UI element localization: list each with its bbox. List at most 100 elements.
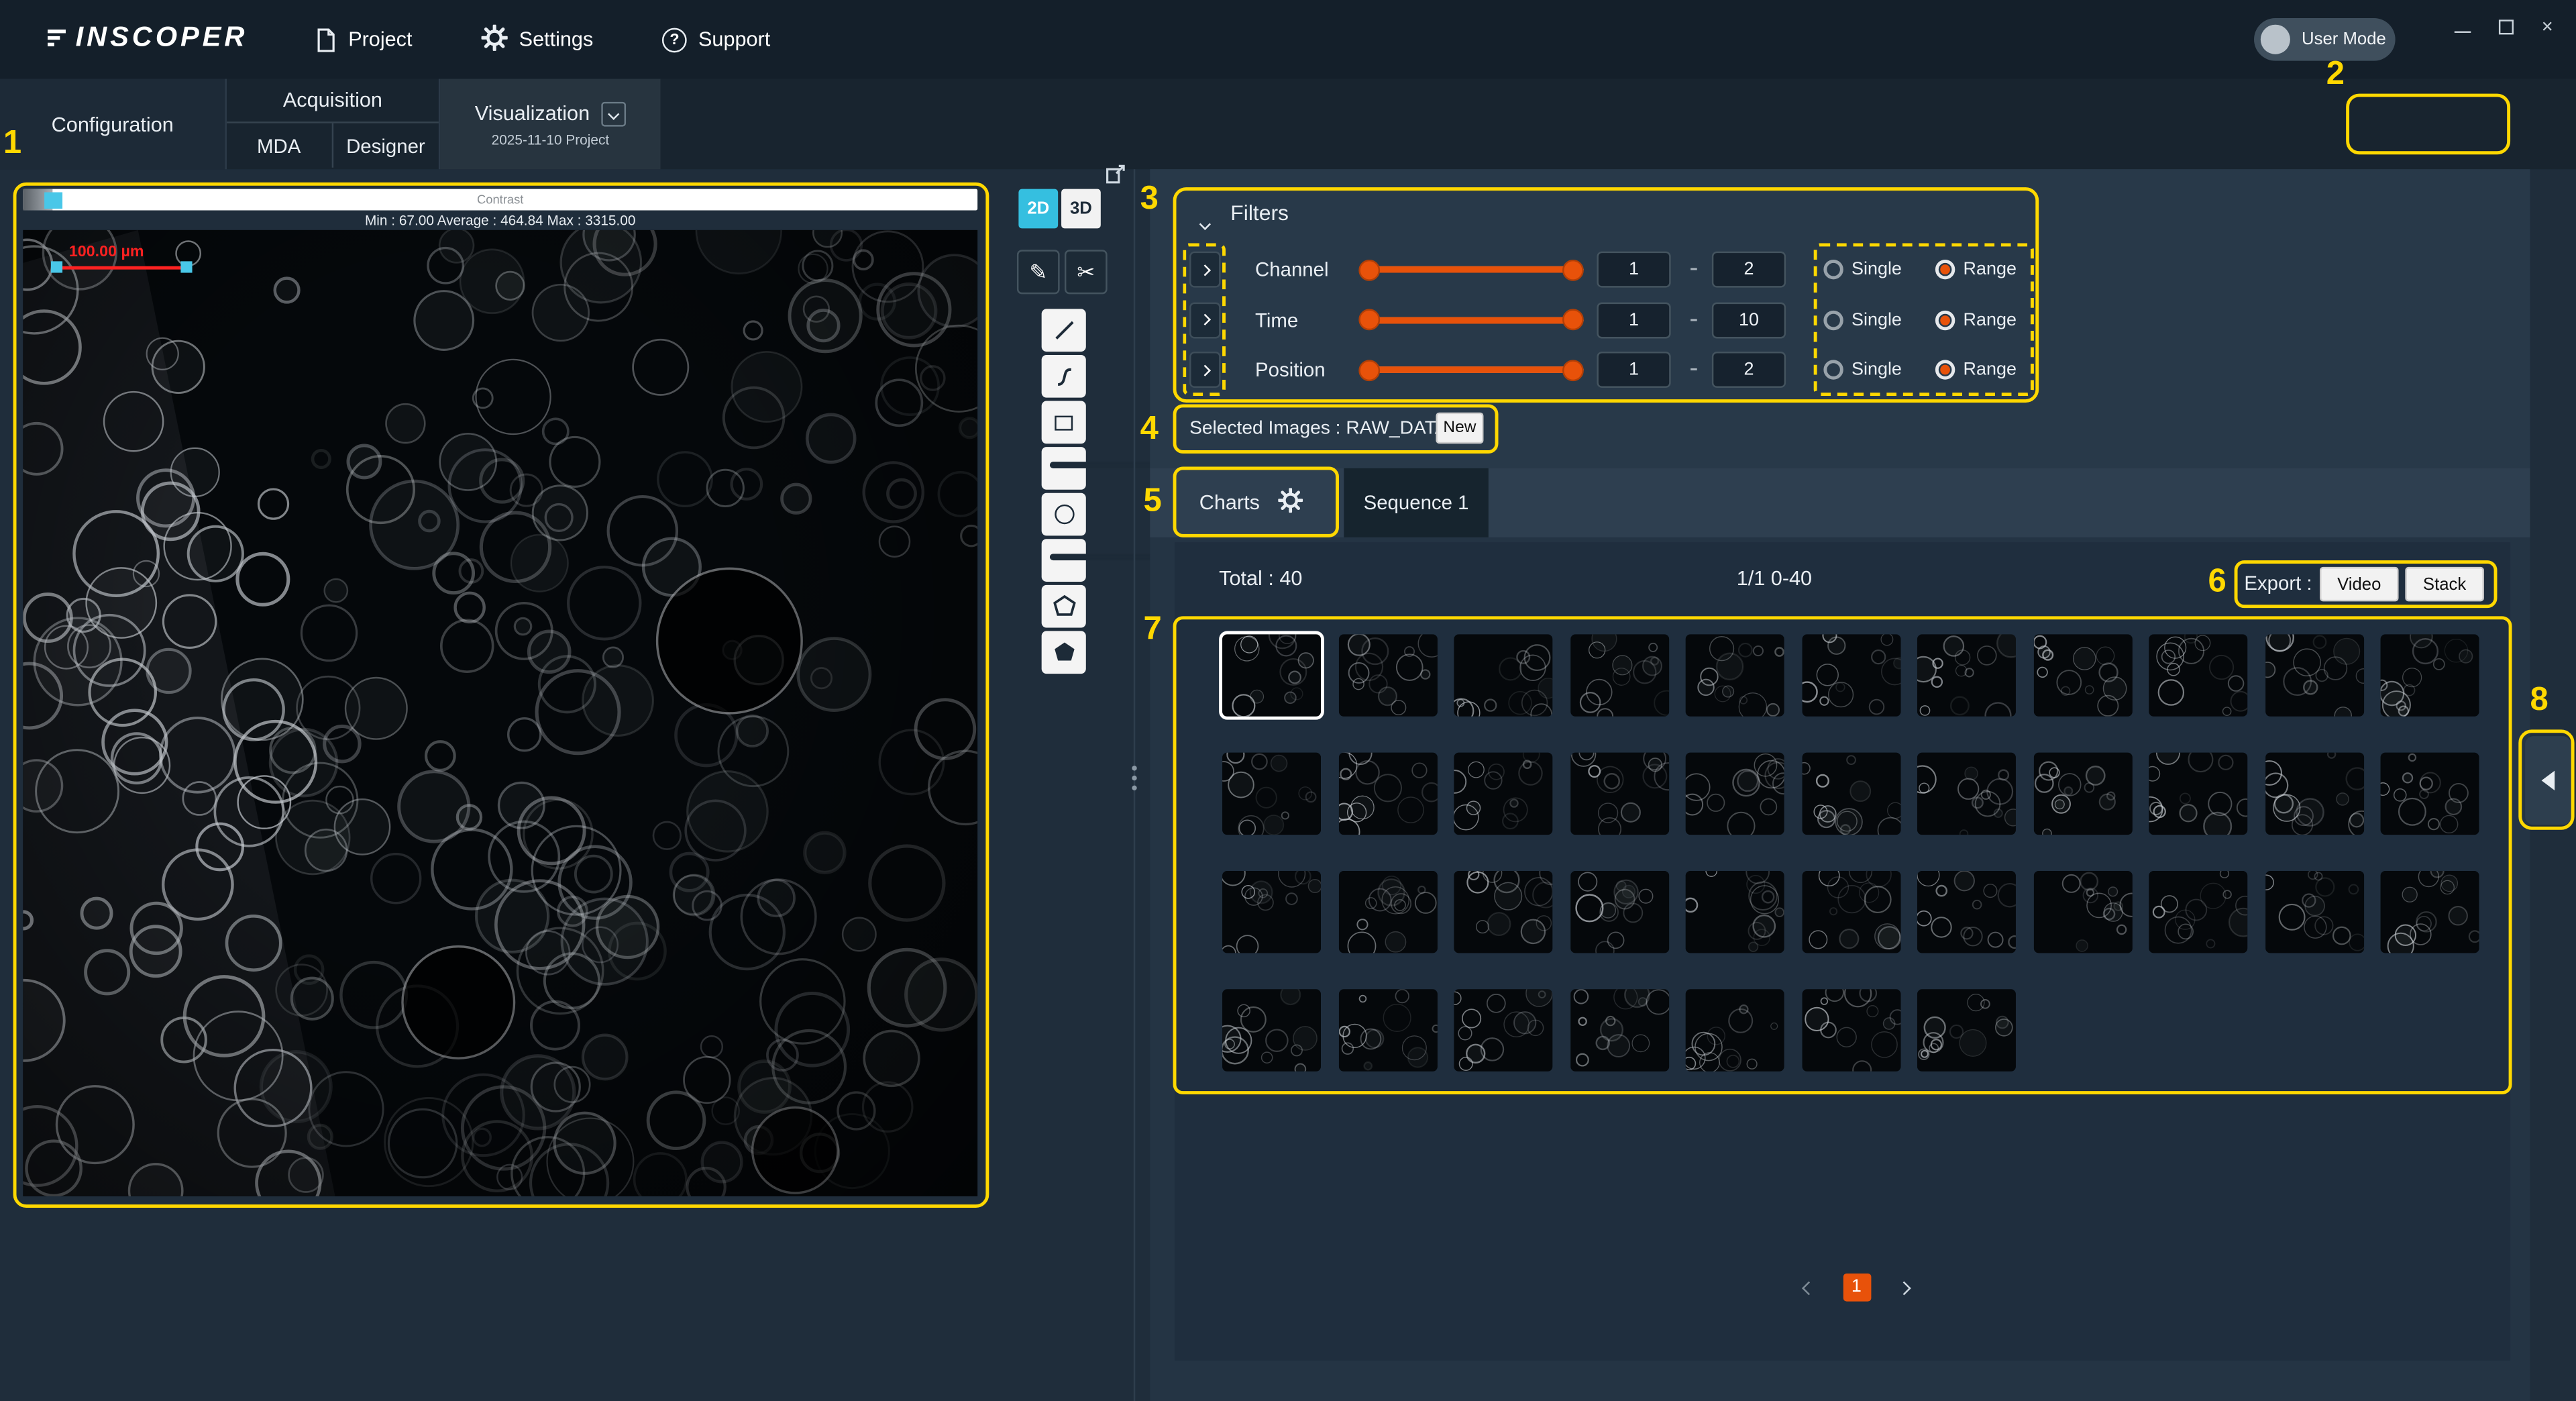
thumbnail[interactable] [1338,753,1437,835]
tab-designer[interactable]: Designer [333,123,439,168]
thumbnail[interactable] [1222,634,1321,716]
filters-collapse-chevron[interactable] [1201,207,1209,237]
scale-bar-handle-right[interactable] [180,261,192,272]
thumbnail[interactable] [2149,871,2247,953]
thumbnail[interactable] [1801,871,1900,953]
range-min-input[interactable] [1597,301,1670,338]
slider-handle-max[interactable] [1562,309,1584,330]
thumbnail[interactable] [2033,871,2132,953]
range-min-input[interactable] [1597,252,1670,288]
scale-bar-line[interactable] [56,266,187,270]
line-tool-button[interactable] [1042,309,1086,352]
thumbnail[interactable] [1801,989,1900,1071]
new-selection-button[interactable]: New [1436,413,1483,444]
thumbnail[interactable] [1686,989,1784,1071]
image-viewer[interactable]: 100.00 µm [23,230,977,1196]
thumbnail[interactable] [1686,871,1784,953]
thumbnail[interactable] [1454,634,1552,716]
user-mode-toggle[interactable]: User Mode [2254,18,2396,61]
range-max-input[interactable] [1712,352,1786,388]
tab-visualization[interactable]: Visualization 2025-11-10 Project [440,79,660,170]
thumbnail[interactable] [1917,634,2016,716]
thumbnail[interactable] [1570,753,1668,835]
range-slider[interactable] [1360,252,1584,288]
expand-filter-button[interactable] [1189,252,1221,288]
thumbnail[interactable] [1454,871,1552,953]
thumbnail[interactable] [2033,634,2132,716]
slider-handle-max[interactable] [1562,259,1584,280]
annotate-pencil-button[interactable]: ✎ [1017,250,1060,294]
thumbnail[interactable] [1570,989,1668,1071]
thumbnail[interactable] [1686,753,1784,835]
page-number-button[interactable]: 1 [1843,1273,1871,1301]
thumbnail[interactable] [1454,753,1552,835]
single-radio[interactable] [1823,360,1843,379]
charts-gear-icon[interactable] [1278,488,1303,517]
expand-filter-button[interactable] [1189,301,1221,338]
thumbnail[interactable] [1338,989,1437,1071]
thumbnail[interactable] [1801,634,1900,716]
menu-project[interactable]: Project [315,27,412,52]
thumbnail[interactable] [1917,753,2016,835]
thumbnail[interactable] [1338,871,1437,953]
view-3d-button[interactable]: 3D [1061,189,1101,229]
close-icon[interactable]: × [2542,16,2553,36]
thumbnail[interactable] [1801,753,1900,835]
thumbnail[interactable] [2149,634,2247,716]
menu-settings[interactable]: Settings [481,24,593,56]
expand-filter-button[interactable] [1189,352,1221,388]
minimize-icon[interactable] [2455,30,2471,32]
thumbnail[interactable] [1570,634,1668,716]
range-radio[interactable] [1935,360,1955,379]
thumbnail[interactable] [2381,634,2479,716]
previous-page-icon[interactable] [1804,1272,1814,1302]
tab-mda[interactable]: MDA [227,123,333,168]
tab-sequence-1[interactable]: Sequence 1 [1344,468,1489,537]
thumbnail[interactable] [1686,634,1784,716]
thumbnail[interactable] [1917,871,2016,953]
export-stack-button[interactable]: Stack [2405,567,2484,601]
thumbnail[interactable] [1222,753,1321,835]
tab-configuration[interactable]: Configuration [0,79,227,170]
range-min-input[interactable] [1597,352,1670,388]
scale-bar-handle-left[interactable] [51,261,62,272]
contrast-handle[interactable] [44,193,62,209]
filled-rectangle-tool-button[interactable] [1042,447,1086,490]
slider-handle-min[interactable] [1358,359,1380,380]
export-video-button[interactable]: Video [2320,567,2399,601]
rectangle-tool-button[interactable] [1042,401,1086,444]
range-slider[interactable] [1360,352,1584,388]
curve-tool-button[interactable] [1042,355,1086,398]
thumbnail[interactable] [2033,753,2132,835]
thumbnail[interactable] [1570,871,1668,953]
range-radio[interactable] [1935,310,1955,329]
thumbnail[interactable] [1222,989,1321,1071]
thumbnail[interactable] [2149,753,2247,835]
slider-handle-min[interactable] [1358,259,1380,280]
range-max-input[interactable] [1712,301,1786,338]
thumbnail[interactable] [1917,989,2016,1071]
contrast-histogram[interactable]: Contrast [23,189,977,211]
polygon-tool-button[interactable] [1042,585,1086,628]
thumbnail[interactable] [2381,871,2479,953]
thumbnail[interactable] [1454,989,1552,1071]
tab-charts[interactable]: Charts [1175,468,1339,537]
thumbnail[interactable] [2265,634,2363,716]
thumbnail[interactable] [1338,634,1437,716]
range-radio[interactable] [1935,260,1955,279]
single-radio[interactable] [1823,310,1843,329]
filled-ellipse-tool-button[interactable] [1042,539,1086,582]
collapse-panel-button[interactable] [2525,736,2571,825]
ellipse-tool-button[interactable] [1042,493,1086,536]
maximize-icon[interactable] [2499,19,2514,34]
range-max-input[interactable] [1712,252,1786,288]
slider-handle-min[interactable] [1358,309,1380,330]
divider-drag-handle[interactable] [1128,766,1138,790]
menu-support[interactable]: ? Support [662,27,770,52]
thumbnail[interactable] [2265,871,2363,953]
view-2d-button[interactable]: 2D [1018,189,1058,229]
thumbnail[interactable] [2381,753,2479,835]
tab-acquisition[interactable]: Acquisition [227,79,439,123]
single-radio[interactable] [1823,260,1843,279]
thumbnail[interactable] [1222,871,1321,953]
